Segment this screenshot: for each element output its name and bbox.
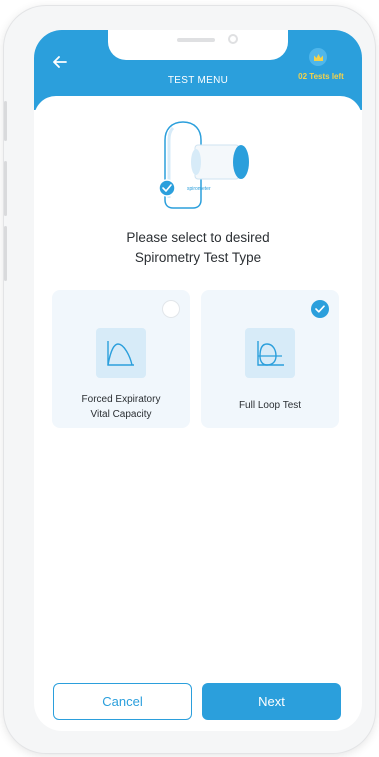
phone-side-button — [4, 161, 7, 216]
option-label: Full Loop Test — [201, 398, 339, 413]
cancel-button[interactable]: Cancel — [53, 683, 192, 720]
prompt-line-1: Please select to desired — [126, 230, 270, 245]
fvc-curve-icon — [107, 341, 134, 366]
back-button[interactable] — [48, 52, 72, 72]
flow-loop-icon — [257, 341, 284, 366]
option-radio-selected[interactable] — [311, 300, 329, 318]
arrow-left-icon — [53, 56, 67, 68]
option-label-line-1: Forced Expiratory — [81, 394, 161, 405]
front-camera — [228, 34, 238, 44]
option-label-line-1: Full Loop Test — [238, 400, 302, 411]
spirometer-device-illustration: spirometer — [158, 121, 249, 209]
phone-side-button — [4, 226, 7, 281]
option-card-fvc[interactable]: Forced Expiratory Vital Capacity — [52, 290, 190, 428]
option-icon-box — [96, 328, 146, 378]
option-radio-unselected[interactable] — [162, 300, 180, 318]
next-button[interactable]: Next — [202, 683, 341, 720]
phone-notch — [108, 30, 288, 60]
prompt-line-2: Spirometry Test Type — [134, 250, 262, 265]
option-label-line-2: Vital Capacity — [90, 409, 152, 420]
speaker-grille — [177, 38, 215, 42]
option-label: Forced Expiratory Vital Capacity — [52, 392, 190, 422]
tests-left-badge[interactable] — [309, 48, 327, 66]
option-card-full-loop[interactable]: Full Loop Test — [201, 290, 339, 428]
app-screen: TEST MENU 02 Tests left spirometer Pleas… — [34, 30, 362, 731]
test-type-prompt: Please select to desired Spirometry Test… — [34, 228, 362, 268]
tests-left-text: 02 Tests left — [298, 72, 344, 81]
phone-frame: TEST MENU 02 Tests left spirometer Pleas… — [4, 6, 375, 753]
device-brand-text: spirometer — [187, 186, 211, 192]
crown-icon — [313, 53, 323, 61]
option-icon-box — [245, 328, 295, 378]
phone-side-button — [4, 101, 7, 141]
checkmark-icon — [315, 305, 325, 313]
